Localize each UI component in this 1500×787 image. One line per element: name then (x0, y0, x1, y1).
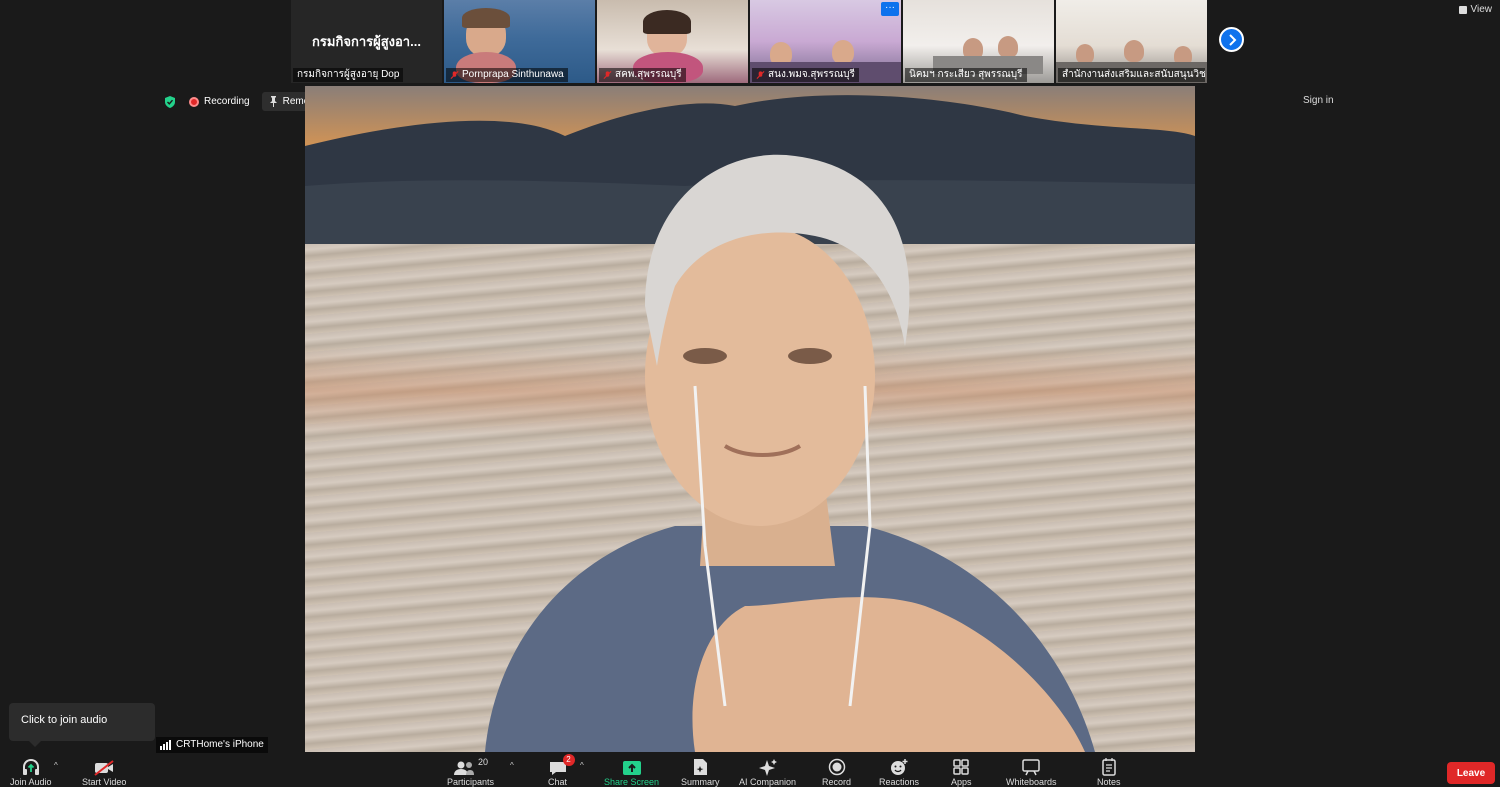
ai-companion-button[interactable]: AI Companion (739, 757, 796, 787)
ai-sparkle-icon (758, 759, 777, 776)
record-icon (828, 758, 845, 776)
participant-thumbnail[interactable]: Pornprapa Sinthunawa (444, 0, 595, 83)
recording-indicator[interactable]: Recording (183, 93, 256, 110)
participant-name: กรมกิจการผู้สูงอายุ Dop (297, 69, 400, 80)
participants-button[interactable]: 20 Participants (447, 757, 494, 787)
participants-options-caret-icon[interactable]: ^ (510, 761, 514, 770)
record-button[interactable]: Record (822, 757, 851, 787)
headphones-icon (22, 758, 39, 775)
join-audio-button[interactable]: Join Audio (10, 757, 52, 787)
audio-options-caret-icon[interactable]: ^ (54, 761, 58, 770)
reactions-smiley-icon (891, 759, 908, 775)
signal-strength-icon (160, 740, 171, 750)
share-screen-button[interactable]: Share Screen (604, 757, 659, 787)
participant-thumbnail[interactable]: สคพ.สุพรรณบุรี (597, 0, 748, 83)
notes-label: Notes (1097, 777, 1121, 787)
participant-figure (998, 36, 1018, 58)
participant-caption: สนง.พมจ.สุพรรณบุรี (752, 68, 859, 82)
meeting-toolbar: Join Audio ^ Start Video 20 Participants… (0, 753, 1500, 787)
participant-thumbnail[interactable]: ··· สนง.พมจ.สุพรรณบุรี (750, 0, 901, 83)
speaker-figure (485, 154, 1095, 752)
participant-figure (832, 40, 854, 64)
record-label: Record (822, 777, 852, 787)
chevron-right-icon (1228, 33, 1236, 46)
participant-thumbnail[interactable]: สำนักงานส่งเสริมและสนับสนุนวิชาก... (1056, 0, 1207, 83)
next-page-button[interactable] (1219, 27, 1244, 52)
mic-muted-icon (450, 71, 459, 79)
share-screen-label: Share Screen (604, 777, 660, 787)
reactions-label: Reactions (879, 777, 920, 787)
chat-label: Chat (548, 777, 568, 787)
participant-name: สำนักงานส่งเสริมและสนับสนุนวิชาก... (1062, 69, 1205, 80)
active-speaker-name-tag: CRTHome's iPhone (156, 737, 268, 753)
start-video-label: Start Video (82, 777, 127, 787)
view-button[interactable]: View (1458, 4, 1493, 15)
summary-label: Summary (681, 777, 720, 787)
apps-grid-icon (953, 759, 969, 775)
participant-hair (462, 8, 510, 28)
whiteboards-label: Whiteboards (1006, 777, 1057, 787)
participant-caption: สคพ.สุพรรณบุรี (599, 68, 686, 82)
whiteboard-icon (1022, 759, 1041, 776)
participant-hair (643, 10, 691, 34)
participants-count: 20 (478, 757, 489, 767)
whiteboards-button[interactable]: Whiteboards (1006, 757, 1057, 787)
leave-button[interactable]: Leave (1447, 762, 1495, 784)
chat-options-caret-icon[interactable]: ^ (580, 761, 584, 770)
tooltip-text: Click to join audio (21, 714, 108, 726)
participants-icon (454, 761, 474, 775)
participant-caption: กรมกิจการผู้สูงอายุ Dop (293, 68, 404, 82)
ai-companion-label: AI Companion (739, 777, 797, 787)
chat-button[interactable]: 2 Chat (548, 754, 575, 787)
share-screen-icon (622, 761, 641, 775)
participant-caption: Pornprapa Sinthunawa (446, 68, 568, 82)
apps-label: Apps (951, 777, 972, 787)
participant-name: สนง.พมจ.สุพรรณบุรี (768, 69, 855, 80)
start-video-button[interactable]: Start Video (82, 757, 126, 787)
security-shield-icon[interactable] (163, 95, 177, 109)
participant-figure (1124, 40, 1144, 62)
recording-label: Recording (204, 96, 250, 107)
pinned-video-feed (305, 86, 1195, 752)
apps-button[interactable]: Apps (951, 757, 972, 787)
speaker-name: CRTHome's iPhone (176, 739, 264, 750)
notes-button[interactable]: Notes (1097, 757, 1121, 787)
mic-muted-icon (756, 71, 765, 79)
participant-thumbnail[interactable]: กรมกิจการผู้สูงอา... กรมกิจการผู้สูงอายุ… (291, 0, 442, 83)
chat-badge: 2 (562, 754, 575, 766)
grid-view-icon (1458, 5, 1467, 14)
join-audio-label: Join Audio (10, 777, 52, 787)
participant-thumbnail[interactable]: นิคมฯ กระเสียว สุพรรณบุรี (903, 0, 1054, 83)
participant-figure (1076, 44, 1094, 64)
participant-name: Pornprapa Sinthunawa (462, 69, 564, 80)
participant-name: สคพ.สุพรรณบุรี (615, 69, 682, 80)
participants-label: Participants (447, 777, 495, 787)
video-off-icon (94, 760, 114, 776)
participant-caption: นิคมฯ กระเสียว สุพรรณบุรี (905, 68, 1027, 82)
more-options-button[interactable]: ··· (881, 2, 899, 16)
summary-button[interactable]: Summary (681, 757, 720, 787)
sign-in-link[interactable]: Sign in (1303, 95, 1334, 106)
summary-icon (694, 759, 708, 775)
recording-dot-icon (189, 96, 199, 107)
zoom-meeting-window: กรมกิจการผู้สูงอา... กรมกิจการผู้สูงอายุ… (0, 0, 1500, 787)
participant-name: นิคมฯ กระเสียว สุพรรณบุรี (909, 69, 1023, 80)
participant-display-name: กรมกิจการผู้สูงอา... (312, 34, 421, 49)
participant-caption: สำนักงานส่งเสริมและสนับสนุนวิชาก... (1058, 68, 1205, 82)
reactions-button[interactable]: Reactions (879, 757, 919, 787)
participant-thumbnail-strip: กรมกิจการผู้สูงอา... กรมกิจการผู้สูงอายุ… (291, 0, 1207, 83)
view-label: View (1470, 4, 1493, 15)
mic-muted-icon (603, 71, 612, 79)
join-audio-tooltip: Click to join audio (9, 703, 155, 747)
pin-icon (269, 96, 277, 107)
notes-icon (1102, 758, 1116, 776)
